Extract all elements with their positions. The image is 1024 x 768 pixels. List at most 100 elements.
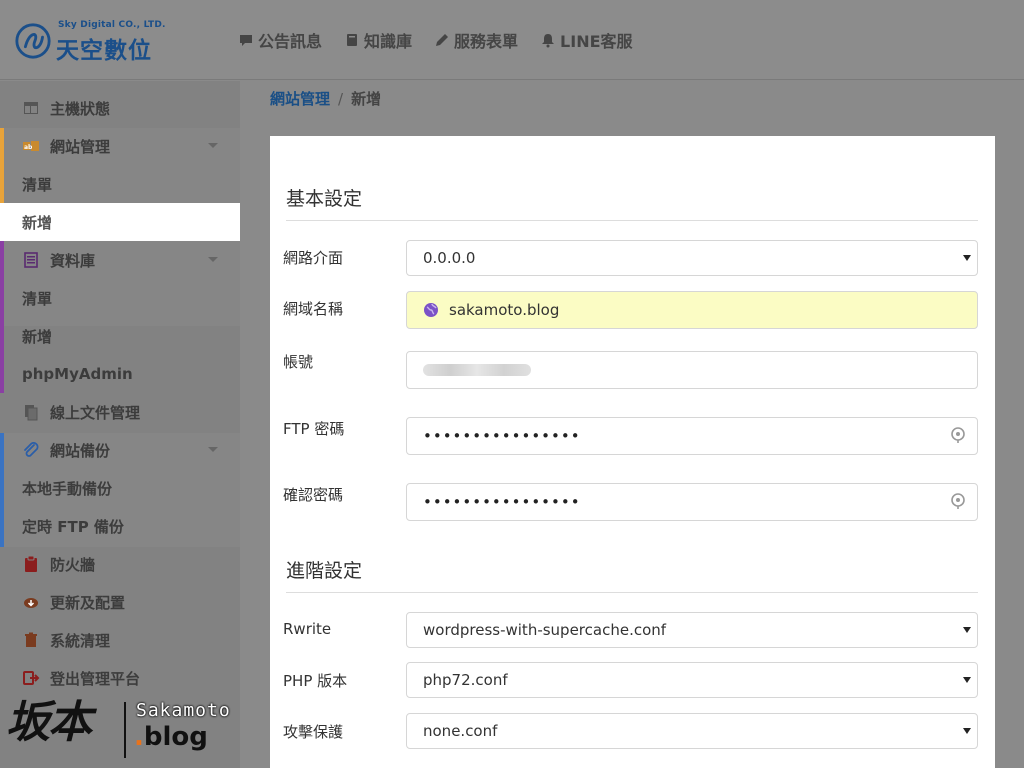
sidebar: 主機狀態 ab 網站管理 清單 新增 資料庫 清單 新增 phpMyAdmin … <box>0 81 240 768</box>
section-divider <box>286 220 978 221</box>
brand-logo[interactable]: Sky Digital CO., LTD. 天空數位 <box>14 18 214 64</box>
sidebar-item-label: 主機狀態 <box>50 99 111 118</box>
nav-service-form[interactable]: 服務表單 <box>434 28 518 52</box>
sidebar-item-label: 新增 <box>22 327 53 346</box>
confirm-password-input[interactable]: •••••••••••••••• <box>406 483 978 521</box>
globe-icon <box>424 303 438 317</box>
dashboard-icon <box>24 102 38 114</box>
sidebar-item-db-list[interactable]: 清單 <box>0 279 240 317</box>
domain-name-value: sakamoto.blog <box>449 301 560 319</box>
sidebar-item-update-config[interactable]: 更新及配置 <box>0 583 240 621</box>
clipboard-icon <box>25 555 37 572</box>
ftp-password-input[interactable]: •••••••••••••••• <box>406 417 978 455</box>
rewrite-value: wordpress-with-supercache.conf <box>423 621 667 639</box>
sidebar-item-label: 資料庫 <box>50 251 96 270</box>
breadcrumb-current: 新增 <box>351 90 382 108</box>
book-icon <box>347 34 358 46</box>
chevron-down-icon <box>208 143 218 148</box>
sidebar-item-host-status[interactable]: 主機狀態 <box>0 89 240 127</box>
php-version-value: php72.conf <box>423 671 508 689</box>
domain-name-label: 網域名稱 <box>283 300 344 318</box>
sidebar-item-db-add[interactable]: 新增 <box>0 317 240 355</box>
watermark-blog-word: blog <box>143 722 208 752</box>
section-divider <box>286 592 978 593</box>
nav-knowledge-base-label: 知識庫 <box>364 32 413 51</box>
blurred-account-value <box>423 364 531 376</box>
ftp-password-label: FTP 密碼 <box>283 420 345 438</box>
sidebar-item-label: phpMyAdmin <box>22 365 133 383</box>
domain-name-input[interactable]: sakamoto.blog <box>406 291 978 329</box>
sidebar-item-label: 清單 <box>22 175 53 194</box>
sakamoto-blog-watermark: 坂本 Sakamoto .blog <box>6 684 236 764</box>
breadcrumb-separator: / <box>338 90 344 108</box>
sidebar-item-database[interactable]: 資料庫 <box>0 241 240 279</box>
sidebar-item-label: 網站管理 <box>50 137 111 156</box>
chevron-down-icon <box>208 447 218 452</box>
sidebar-item-firewall[interactable]: 防火牆 <box>0 545 240 583</box>
nav-knowledge-base[interactable]: 知識庫 <box>344 28 412 52</box>
confirm-password-label: 確認密碼 <box>283 486 344 504</box>
breadcrumb: 網站管理 / 新增 <box>270 88 381 109</box>
sidebar-item-site-management[interactable]: ab 網站管理 <box>0 127 240 165</box>
ftp-password-value: •••••••••••••••• <box>423 427 581 445</box>
nav-service-form-label: 服務表單 <box>454 32 519 51</box>
sidebar-item-site-list[interactable]: 清單 <box>0 165 240 203</box>
select-caret-icon <box>963 728 971 734</box>
select-caret-icon <box>963 627 971 633</box>
network-interface-value: 0.0.0.0 <box>423 249 476 267</box>
attack-protection-value: none.conf <box>423 722 498 740</box>
pencil-icon <box>436 34 449 46</box>
sidebar-item-label: 定時 FTP 備份 <box>22 517 124 536</box>
paperclip-icon <box>24 442 39 457</box>
password-key-icon[interactable] <box>949 492 967 510</box>
logo-subtitle: Sky Digital CO., LTD. <box>58 20 166 30</box>
sidebar-item-file-manager[interactable]: 線上文件管理 <box>0 393 240 431</box>
bell-icon <box>542 34 555 48</box>
sidebar-item-site-add[interactable]: 新增 <box>0 203 240 241</box>
php-version-select[interactable]: php72.conf <box>406 662 978 698</box>
php-version-label: PHP 版本 <box>283 672 348 690</box>
watermark-en-text: Sakamoto <box>136 700 231 721</box>
nav-line-support-label: LINE客服 <box>560 32 633 51</box>
sidebar-item-label: 新增 <box>22 213 53 232</box>
sitemap-icon: ab <box>23 141 39 151</box>
account-label: 帳號 <box>283 353 314 371</box>
select-caret-icon <box>963 677 971 683</box>
sidebar-item-label: 線上文件管理 <box>50 403 141 422</box>
chevron-down-icon <box>208 257 218 262</box>
sidebar-item-ftp-backup[interactable]: 定時 FTP 備份 <box>0 507 240 545</box>
sidebar-item-label: 防火牆 <box>50 555 96 574</box>
add-site-form-panel: 基本設定 網路介面 0.0.0.0 網域名稱 sakamoto.blog 帳號 … <box>270 136 995 768</box>
watermark-dot: . <box>134 722 144 752</box>
sidebar-item-system-cleanup[interactable]: 系統清理 <box>0 621 240 659</box>
nav-announcements-label: 公告訊息 <box>258 32 323 51</box>
sidebar-item-label: 更新及配置 <box>50 593 126 612</box>
sidebar-item-label: 系統清理 <box>50 631 111 650</box>
attack-protection-label: 攻擊保護 <box>283 723 344 741</box>
network-interface-label: 網路介面 <box>283 249 344 267</box>
logo-mark-icon <box>15 23 51 59</box>
sidebar-item-label: 本地手動備份 <box>22 479 113 498</box>
svg-text:ab: ab <box>24 144 33 151</box>
comment-icon <box>240 35 252 46</box>
top-navigation: 公告訊息 知識庫 服務表單 LINE客服 <box>238 28 633 52</box>
basic-settings-title: 基本設定 <box>286 188 363 210</box>
password-key-icon[interactable] <box>949 426 967 444</box>
attack-protection-select[interactable]: none.conf <box>406 713 978 749</box>
logo-title: 天空數位 <box>56 38 152 64</box>
network-interface-select[interactable]: 0.0.0.0 <box>406 240 978 276</box>
nav-announcements[interactable]: 公告訊息 <box>238 28 322 52</box>
breadcrumb-parent-link[interactable]: 網站管理 <box>270 90 330 108</box>
database-icon <box>24 252 38 268</box>
account-input[interactable] <box>406 351 978 389</box>
sidebar-item-phpmyadmin[interactable]: phpMyAdmin <box>0 355 240 393</box>
watermark-divider <box>124 702 126 758</box>
nav-line-support[interactable]: LINE客服 <box>540 28 633 52</box>
select-caret-icon <box>963 255 971 261</box>
confirm-password-value: •••••••••••••••• <box>423 493 581 511</box>
rewrite-label: Rwrite <box>283 620 332 638</box>
rewrite-select[interactable]: wordpress-with-supercache.conf <box>406 612 978 648</box>
sidebar-item-site-backup[interactable]: 網站備份 <box>0 431 240 469</box>
watermark-blog-text: .blog <box>134 722 208 752</box>
sidebar-item-local-backup[interactable]: 本地手動備份 <box>0 469 240 507</box>
